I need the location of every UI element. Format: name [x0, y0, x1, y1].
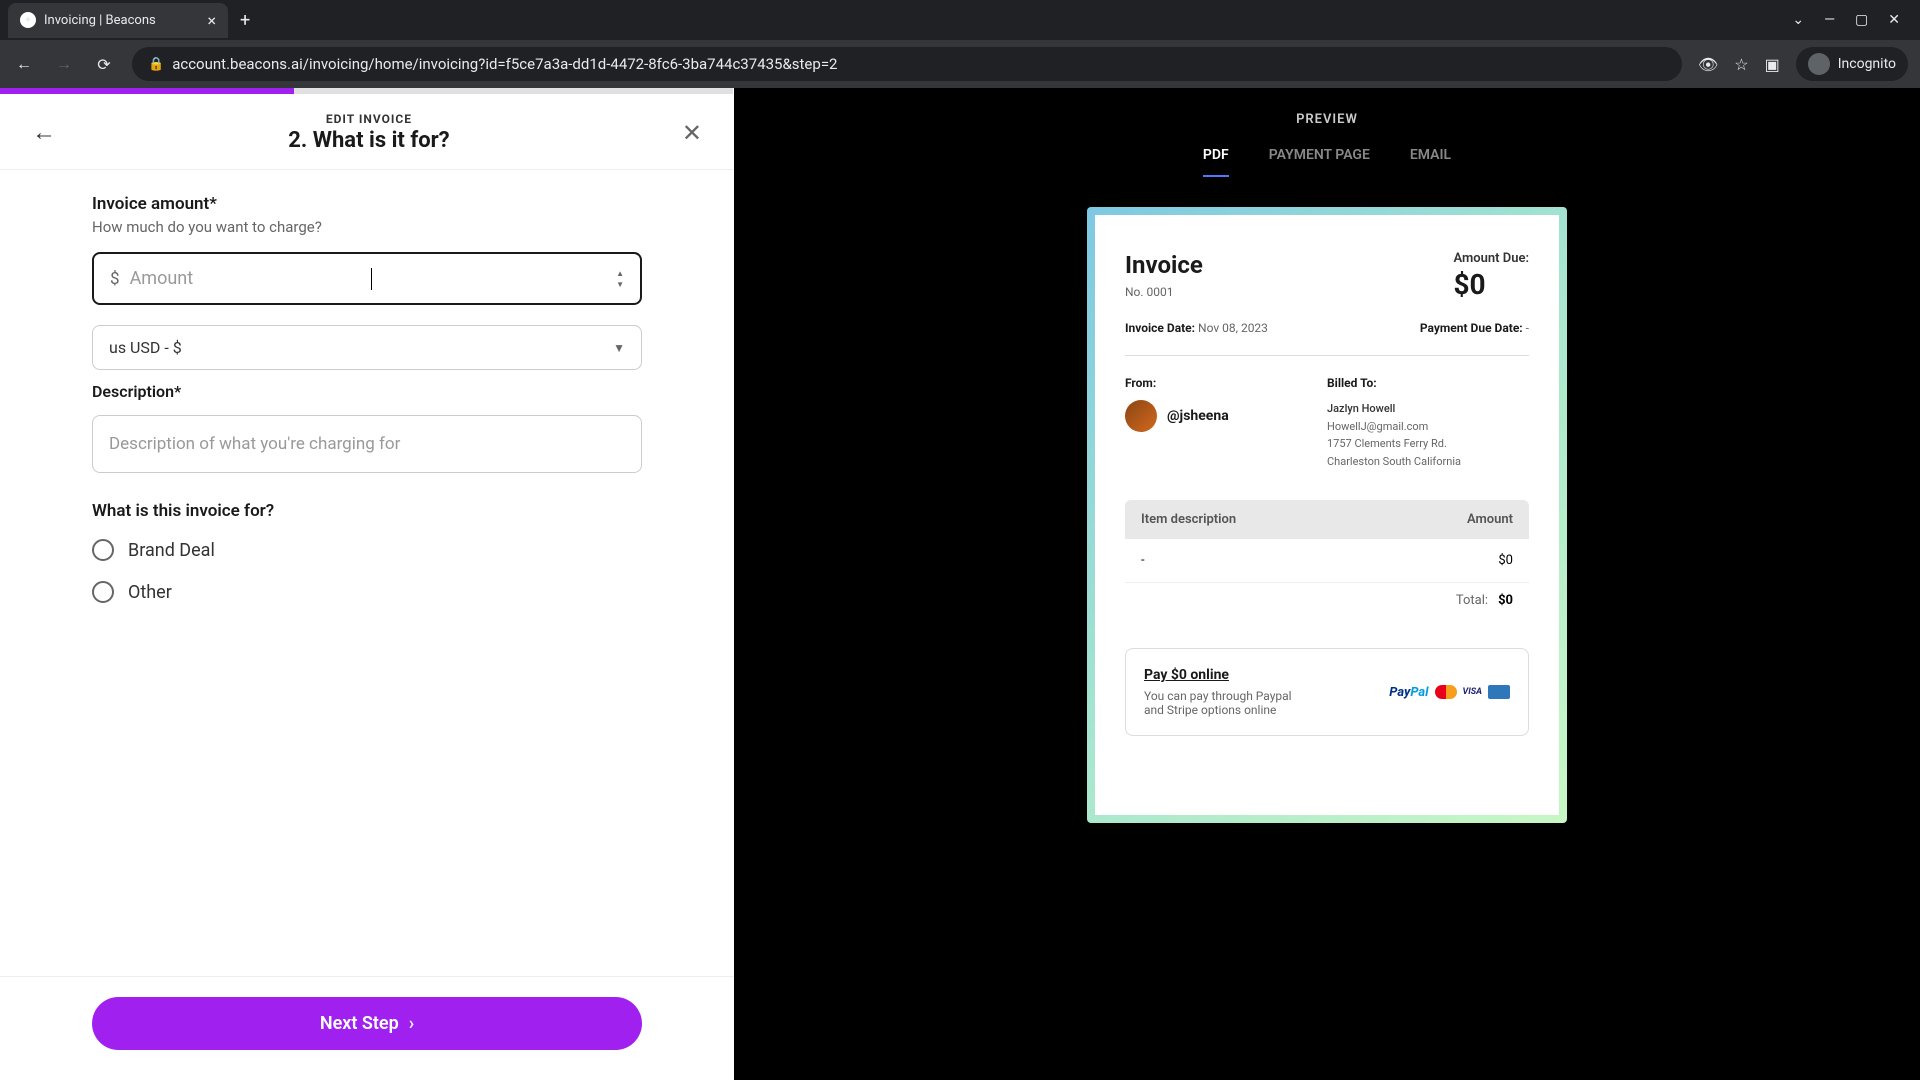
- favicon-icon: ✦: [20, 12, 36, 28]
- extension-icon[interactable]: ▣: [1765, 55, 1780, 74]
- tab-pdf[interactable]: PDF: [1203, 147, 1229, 177]
- edit-panel: ← EDIT INVOICE 2. What is it for? ✕ Invo…: [0, 88, 734, 1080]
- radio-label: Brand Deal: [128, 540, 215, 561]
- item-amount: $0: [1498, 553, 1513, 568]
- table-row: - $0: [1125, 539, 1529, 583]
- amount-input-wrap[interactable]: $ ▲▼: [92, 252, 642, 305]
- back-arrow-icon[interactable]: ←: [32, 118, 56, 147]
- payment-due-value: -: [1526, 321, 1529, 335]
- col-amount: Amount: [1467, 512, 1513, 527]
- billed-addr2: Charleston South California: [1327, 453, 1529, 471]
- currency-prefix: $: [110, 269, 120, 289]
- payment-due-label: Payment Due Date:: [1420, 321, 1523, 335]
- description-input[interactable]: [92, 415, 642, 473]
- incognito-icon: [1808, 53, 1830, 75]
- amount-hint: How much do you want to charge?: [92, 218, 642, 236]
- close-icon[interactable]: ✕: [682, 119, 702, 147]
- invoice-number: No. 0001: [1125, 285, 1203, 299]
- visa-icon: VISA: [1463, 687, 1483, 697]
- next-label: Next Step: [320, 1013, 399, 1034]
- currency-value: us USD - $: [109, 338, 182, 357]
- item-desc: -: [1141, 553, 1145, 568]
- chevron-right-icon: ›: [409, 1013, 414, 1034]
- browser-tab[interactable]: ✦ Invoicing | Beacons ×: [8, 3, 228, 38]
- payment-box: Pay $0 online You can pay through Paypal…: [1125, 648, 1529, 736]
- from-name: @jsheena: [1167, 408, 1229, 424]
- preview-panel: PREVIEW PDF PAYMENT PAGE EMAIL Invoice N…: [734, 88, 1920, 1080]
- reload-icon[interactable]: ⟳: [92, 52, 116, 76]
- number-stepper[interactable]: ▲▼: [616, 269, 624, 289]
- description-label: Description*: [92, 382, 642, 401]
- amount-input[interactable]: [130, 268, 617, 289]
- chevron-down-icon: ▼: [613, 341, 625, 355]
- radio-icon: [92, 581, 114, 603]
- chevron-down-icon[interactable]: ⌄: [1792, 12, 1804, 28]
- radio-brand-deal[interactable]: Brand Deal: [92, 539, 642, 561]
- panel-footer: Next Step ›: [0, 976, 734, 1080]
- header-label: EDIT INVOICE: [56, 112, 682, 126]
- text-cursor-icon: [371, 268, 372, 290]
- new-tab-button[interactable]: +: [240, 10, 250, 31]
- paypal-icon: PayPal: [1389, 685, 1428, 700]
- incognito-label: Incognito: [1838, 56, 1896, 72]
- radio-label: Other: [128, 582, 172, 603]
- lock-icon: 🔒: [148, 57, 164, 72]
- eye-off-icon[interactable]: 👁: [1698, 55, 1718, 74]
- url-text: account.beacons.ai/invoicing/home/invoic…: [172, 55, 837, 73]
- invoice-form: Invoice amount* How much do you want to …: [0, 170, 734, 976]
- tab-title: Invoicing | Beacons: [44, 13, 156, 28]
- window-controls: ⌄ — ▢ ✕: [1792, 12, 1912, 28]
- currency-select[interactable]: us USD - $ ▼: [92, 325, 642, 370]
- pay-text: You can pay through Paypal and Stripe op…: [1144, 689, 1304, 717]
- invoice-date-value: Nov 08, 2023: [1198, 321, 1268, 335]
- billed-name: Jazlyn Howell: [1327, 400, 1529, 418]
- tab-payment-page[interactable]: PAYMENT PAGE: [1269, 147, 1370, 177]
- panel-header: ← EDIT INVOICE 2. What is it for? ✕: [0, 88, 734, 170]
- tab-bar: ✦ Invoicing | Beacons × + ⌄ — ▢ ✕: [0, 0, 1920, 40]
- avatar: [1125, 400, 1157, 432]
- preview-tabs: PDF PAYMENT PAGE EMAIL: [774, 147, 1880, 177]
- browser-chrome: ✦ Invoicing | Beacons × + ⌄ — ▢ ✕ ← → ⟳ …: [0, 0, 1920, 88]
- invoice-preview: Invoice No. 0001 Amount Due: $0 Invoice …: [1087, 207, 1567, 823]
- page-title: 2. What is it for?: [56, 128, 682, 153]
- billed-to-label: Billed To:: [1327, 376, 1529, 390]
- back-icon[interactable]: ←: [12, 52, 36, 76]
- tab-email[interactable]: EMAIL: [1410, 147, 1451, 177]
- from-label: From:: [1125, 376, 1327, 390]
- forward-icon: →: [52, 52, 76, 76]
- total-value: $0: [1498, 593, 1513, 608]
- radio-other[interactable]: Other: [92, 581, 642, 603]
- amount-due-label: Amount Due:: [1453, 251, 1529, 266]
- close-window-icon[interactable]: ✕: [1888, 12, 1900, 28]
- billed-addr1: 1757 Clements Ferry Rd.: [1327, 435, 1529, 453]
- star-icon[interactable]: ☆: [1734, 55, 1748, 74]
- nav-bar: ← → ⟳ 🔒 account.beacons.ai/invoicing/hom…: [0, 40, 1920, 88]
- radio-icon: [92, 539, 114, 561]
- address-bar[interactable]: 🔒 account.beacons.ai/invoicing/home/invo…: [132, 47, 1682, 81]
- invoice-title: Invoice: [1125, 251, 1203, 279]
- billed-email: HowellJ@gmail.com: [1327, 418, 1529, 436]
- minimize-icon[interactable]: —: [1824, 12, 1835, 28]
- col-description: Item description: [1141, 512, 1236, 527]
- maximize-icon[interactable]: ▢: [1855, 12, 1868, 28]
- progress-bar: [0, 88, 294, 94]
- invoice-date-label: Invoice Date:: [1125, 321, 1195, 335]
- next-step-button[interactable]: Next Step ›: [92, 997, 642, 1050]
- mastercard-icon: [1435, 685, 1457, 699]
- total-label: Total:: [1456, 593, 1488, 608]
- purpose-label: What is this invoice for?: [92, 501, 642, 521]
- incognito-badge[interactable]: Incognito: [1796, 47, 1908, 81]
- amount-label: Invoice amount*: [92, 194, 642, 214]
- close-tab-icon[interactable]: ×: [207, 11, 216, 30]
- amex-icon: [1488, 685, 1510, 699]
- amount-due-value: $0: [1453, 268, 1529, 301]
- pay-online-link[interactable]: Pay $0 online: [1144, 667, 1304, 683]
- preview-label: PREVIEW: [774, 112, 1880, 127]
